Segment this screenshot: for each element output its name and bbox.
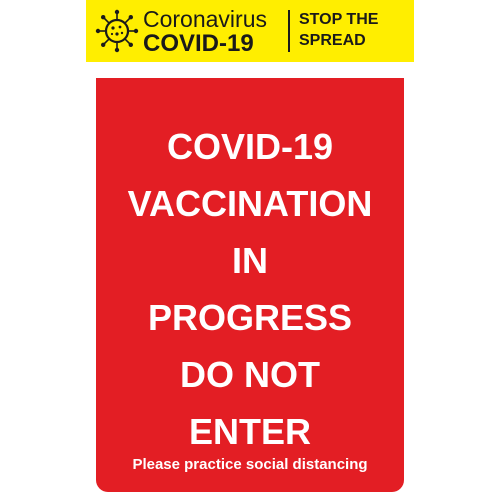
message-line: IN xyxy=(232,240,268,281)
slogan-line-1: STOP THE xyxy=(299,11,379,28)
message-line: ENTER xyxy=(188,411,311,452)
virus-icon xyxy=(95,9,139,53)
warning-panel: COVID-19 VACCINATION IN PROGRESS DO NOT … xyxy=(96,78,404,492)
message-line: COVID-19 xyxy=(166,126,334,167)
footer-note: Please practice social distancing xyxy=(132,456,368,473)
canvas: Coronavirus COVID-19 STOP THE SPREAD COV… xyxy=(0,0,500,500)
message-line: PROGRESS xyxy=(147,297,353,338)
header-divider xyxy=(288,10,290,52)
sign-header: Coronavirus COVID-19 STOP THE SPREAD xyxy=(86,0,414,62)
slogan-line-2: SPREAD xyxy=(299,32,366,49)
message-line: VACCINATION xyxy=(127,183,373,224)
brand-title: Coronavirus xyxy=(143,6,267,32)
brand-subtitle: COVID-19 xyxy=(143,30,254,57)
covid-sign: Coronavirus COVID-19 STOP THE SPREAD COV… xyxy=(86,0,414,500)
message-line: DO NOT xyxy=(180,354,320,395)
slogan: STOP THE SPREAD xyxy=(299,9,378,51)
warning-message: COVID-19 VACCINATION IN PROGRESS DO NOT … xyxy=(96,118,404,460)
